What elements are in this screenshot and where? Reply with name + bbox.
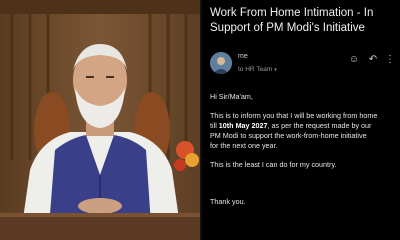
email-body: Hi Sir/Ma'am, This is to inform you that… (210, 92, 400, 207)
speaker-photo (0, 0, 200, 240)
reply-icon[interactable]: ↶ (367, 54, 379, 66)
highlighted-date: 10th May 2027 (218, 121, 268, 130)
email-view: Work From Home Intimation - In Support o… (202, 0, 400, 240)
body-line: PM Modi to support the work-from-home in… (210, 131, 367, 140)
body-line: This is to inform you that I will be wor… (210, 111, 378, 120)
sender-name: me (238, 53, 248, 60)
chevron-down-icon: ▾ (274, 67, 277, 73)
email-subject: Work From Home Intimation - In Support o… (210, 7, 374, 34)
more-vertical-icon[interactable]: ⋮ (384, 54, 396, 66)
body-line: for the next one year. (210, 141, 278, 150)
recipient-details[interactable]: to HR Team ▾ (238, 66, 277, 73)
sign-off: Thank you. (210, 197, 246, 206)
closing-line: This is the least I can do for my countr… (210, 160, 337, 169)
greeting: Hi Sir/Ma'am, (210, 92, 253, 101)
body-line-date: till 10th May 2027, as per the request m… (210, 121, 372, 130)
recipient-label: to HR Team (238, 66, 273, 73)
smiley-icon[interactable]: ☺ (348, 54, 360, 66)
sender-avatar (210, 52, 232, 74)
